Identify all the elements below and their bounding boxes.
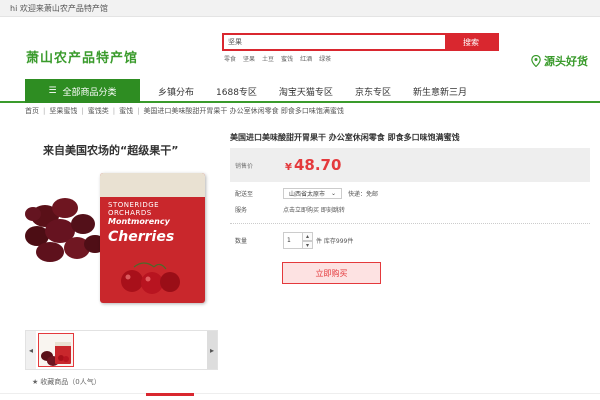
hot-word-link[interactable]: 蜜饯 bbox=[281, 54, 293, 63]
welcome-text: hi 欢迎来萧山农产品特产馆 bbox=[10, 4, 108, 13]
shipping-row: 配送至 山西省太原市 ⌄ 快递：免邮 bbox=[230, 188, 590, 199]
address-value: 山西省太原市 bbox=[289, 191, 326, 198]
nav-item-taobao-tmall[interactable]: 淘宝天猫专区 bbox=[279, 85, 333, 98]
nav-item-towns[interactable]: 乡镇分布 bbox=[158, 85, 194, 98]
nav-item-1688[interactable]: 1688专区 bbox=[216, 85, 257, 98]
quantity-decrease-button[interactable]: ▾ bbox=[303, 240, 313, 249]
image-hero-text: 来自美国农场的“超级果干” bbox=[43, 144, 179, 157]
package-product-line2: Cherries bbox=[108, 229, 175, 245]
product-title: 美国进口美味酸甜开胃果干 办公室休闲零食 即食多口味饱满蜜饯 bbox=[230, 133, 460, 142]
breadcrumb-link[interactable]: 蜜饯 bbox=[119, 103, 133, 119]
search-button[interactable]: 搜索 bbox=[445, 35, 497, 49]
thumbnail-item[interactable] bbox=[38, 333, 74, 367]
quantity-input[interactable] bbox=[283, 232, 303, 249]
breadcrumb-link[interactable]: 坚果蜜饯 bbox=[49, 103, 77, 119]
quantity-stepper: ▴ ▾ bbox=[283, 232, 313, 249]
search-box: 搜索 bbox=[222, 33, 499, 51]
location-pin-icon bbox=[531, 55, 541, 67]
quantity-row: 数量 ▴ ▾ 件 库存999件 bbox=[230, 232, 590, 249]
hot-word-link[interactable]: 零食 bbox=[224, 54, 236, 63]
slogan: 源头好货 bbox=[531, 53, 588, 69]
bottom-tab-indicator bbox=[146, 393, 194, 396]
package-brand: STONERIDGE ORCHARDS bbox=[108, 201, 160, 217]
product-package-image: STONERIDGE ORCHARDS Montmorency Cherries bbox=[100, 173, 205, 303]
shipping-label: 配送至 bbox=[235, 191, 254, 198]
hot-words: 零食 坚果 土豆 蜜饯 红酒 绿茶 bbox=[222, 54, 499, 63]
price-label: 销售价 bbox=[235, 162, 254, 170]
slogan-text: 源头好货 bbox=[544, 55, 588, 68]
star-icon: ★ bbox=[32, 378, 39, 386]
package-label-band bbox=[100, 173, 205, 197]
hot-word-link[interactable]: 土豆 bbox=[262, 54, 274, 63]
product-main-image[interactable]: 来自美国农场的“超级果干” STONERIDGE ORCHARDS Montmo… bbox=[25, 128, 218, 320]
chevron-down-icon: ⌄ bbox=[331, 190, 337, 197]
service-label: 服务 bbox=[235, 207, 248, 214]
breadcrumb-link[interactable]: 蜜饯类 bbox=[88, 103, 109, 119]
price-value: ¥48.70 bbox=[285, 156, 341, 174]
bottom-tab-divider bbox=[0, 393, 600, 394]
buy-now-button[interactable]: 立即购买 bbox=[282, 262, 381, 284]
site-logo[interactable]: 萧山农产品特产馆 bbox=[26, 47, 138, 66]
topbar: hi 欢迎来萧山农产品特产馆 bbox=[0, 0, 600, 17]
price-box: 销售价 ¥48.70 bbox=[230, 148, 590, 182]
all-categories-label: 全部商品分类 bbox=[62, 87, 117, 98]
address-select[interactable]: 山西省太原市 ⌄ bbox=[283, 188, 343, 199]
favorite-label: 收藏商品（0人气） bbox=[40, 378, 101, 386]
header: 萧山农产品特产馆 搜索 零食 坚果 土豆 蜜饯 红酒 绿茶 源头好货 bbox=[0, 17, 600, 79]
package-product-line1: Montmorency bbox=[108, 217, 170, 226]
price-amount: 48.70 bbox=[293, 156, 342, 174]
breadcrumb-current: 美国进口美味酸甜开胃果干 办公室休闲零食 即食多口味饱满蜜饯 bbox=[143, 107, 344, 115]
menu-list-icon: ☰ bbox=[48, 86, 57, 96]
all-categories-button[interactable]: ☰ 全部商品分类 bbox=[25, 79, 140, 103]
search-input[interactable] bbox=[224, 35, 445, 49]
shipping-fee: 快递：免邮 bbox=[348, 191, 379, 198]
divider bbox=[230, 223, 590, 224]
service-row: 服务 点击立即购买 即刻跳转 bbox=[230, 205, 590, 214]
favorite-button[interactable]: ★ 收藏商品（0人气） bbox=[32, 377, 101, 387]
product-info: 美国进口美味酸甜开胃果干 办公室休闲零食 即食多口味饱满蜜饯 销售价 ¥48.7… bbox=[230, 132, 590, 249]
thumbnail-strip: ◂ ▸ bbox=[25, 330, 218, 370]
main-nav: ☰ 全部商品分类 乡镇分布 1688专区 淘宝天猫专区 京东专区 新生意新三月 bbox=[0, 79, 600, 103]
breadcrumb-link[interactable]: 首页 bbox=[25, 103, 39, 119]
nav-items: 乡镇分布 1688专区 淘宝天猫专区 京东专区 新生意新三月 bbox=[158, 79, 489, 103]
quantity-increase-button[interactable]: ▴ bbox=[303, 232, 313, 241]
cherry-fruit-icon bbox=[121, 262, 180, 294]
quantity-label: 数量 bbox=[235, 238, 248, 245]
nav-item-jd[interactable]: 京东专区 bbox=[355, 85, 391, 98]
thumbnail-image bbox=[41, 342, 71, 366]
nav-item-new-business[interactable]: 新生意新三月 bbox=[413, 85, 467, 98]
hot-word-link[interactable]: 绿茶 bbox=[319, 54, 331, 63]
service-text: 点击立即购买 即刻跳转 bbox=[283, 207, 345, 214]
search-area: 搜索 零食 坚果 土豆 蜜饯 红酒 绿茶 bbox=[222, 33, 499, 63]
thumb-next-button[interactable]: ▸ bbox=[207, 331, 217, 369]
currency-symbol: ¥ bbox=[285, 162, 292, 173]
hot-word-link[interactable]: 红酒 bbox=[300, 54, 312, 63]
stock-text: 件 库存999件 bbox=[316, 238, 354, 245]
thumb-prev-button[interactable]: ◂ bbox=[26, 331, 36, 369]
hot-word-link[interactable]: 坚果 bbox=[243, 54, 255, 63]
breadcrumb: 首页 | 坚果蜜饯 | 蜜饯类 | 蜜饯 | 美国进口美味酸甜开胃果干 办公室休闲零食 … bbox=[0, 103, 600, 119]
